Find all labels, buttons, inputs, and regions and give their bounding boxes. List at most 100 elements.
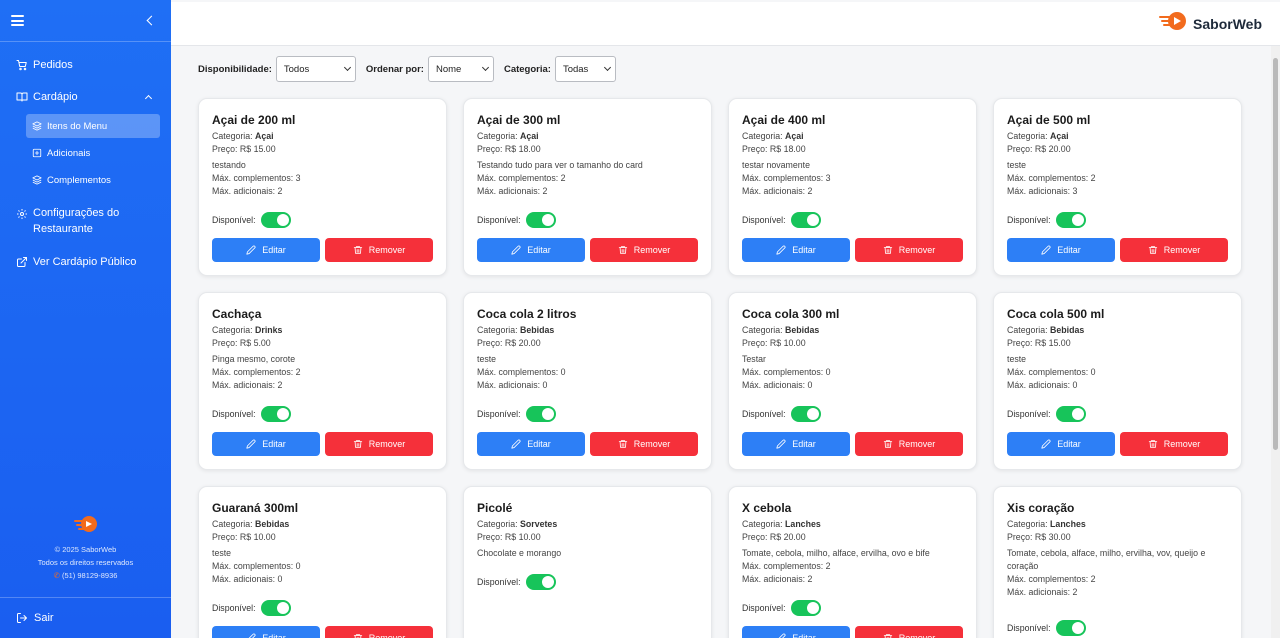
availability-toggle[interactable] xyxy=(1055,212,1086,228)
available-label: Disponível: xyxy=(742,603,786,613)
category-select[interactable]: Todas xyxy=(554,56,616,82)
edit-button[interactable]: Editar xyxy=(212,626,320,638)
edit-button[interactable]: Editar xyxy=(742,432,850,456)
sidebar-item-complementos[interactable]: Complementos xyxy=(26,168,160,192)
availability-row: Disponível: xyxy=(477,574,556,590)
remove-button[interactable]: Remover xyxy=(590,238,698,262)
remove-label: Remover xyxy=(368,245,406,255)
item-name: Açai de 400 ml xyxy=(742,113,826,127)
item-max-complements-line: Máx. complementos: 2 xyxy=(477,172,698,185)
sidebar-item-adicionais[interactable]: Adicionais xyxy=(26,141,160,165)
item-max-additions-line: Máx. adicionais: 2 xyxy=(477,185,698,198)
edit-button[interactable]: Editar xyxy=(477,432,585,456)
item-description: Testar xyxy=(742,353,766,364)
remove-button[interactable]: Remover xyxy=(1120,432,1228,456)
sidebar-item-configuracoes[interactable]: Configurações do Restaurante xyxy=(0,205,171,237)
edit-button[interactable]: Editar xyxy=(1007,238,1115,262)
available-label: Disponível: xyxy=(477,215,521,225)
edit-button[interactable]: Editar xyxy=(742,238,850,262)
edit-button[interactable]: Editar xyxy=(212,432,320,456)
order-value: Nome xyxy=(435,63,462,75)
max-complements-label: Máx. complementos: xyxy=(742,172,824,183)
item-max-additions: 2 xyxy=(1072,587,1078,598)
availability-toggle[interactable] xyxy=(525,212,556,228)
trash-icon xyxy=(1148,245,1164,255)
item-category-line: Categoria: Lanches xyxy=(1007,518,1228,531)
menu-item-card: Guaraná 300ml Categoria: Bebidas Preço: R$… xyxy=(198,486,447,638)
item-max-complements: 2 xyxy=(1090,172,1096,183)
availability-toggle[interactable] xyxy=(260,212,291,228)
chevron-down-icon xyxy=(603,63,611,72)
item-description: testando xyxy=(212,159,246,170)
external-link-icon xyxy=(16,256,28,268)
availability-toggle[interactable] xyxy=(260,600,291,616)
availability-toggle[interactable] xyxy=(790,406,821,422)
availability-toggle[interactable] xyxy=(525,406,556,422)
remove-button[interactable]: Remover xyxy=(325,626,433,638)
item-category: Lanches xyxy=(1050,519,1086,529)
remove-button[interactable]: Remover xyxy=(855,238,963,262)
price-label: Preço: xyxy=(742,338,768,349)
chevron-down-icon xyxy=(481,63,489,72)
price-label: Preço: xyxy=(212,144,238,155)
max-complements-label: Máx. complementos: xyxy=(212,172,294,183)
sidebar-item-cardapio-publico[interactable]: Ver Cardápio Público xyxy=(0,253,171,271)
availability-toggle[interactable] xyxy=(260,406,291,422)
item-name: Xis coração xyxy=(1007,501,1075,515)
availability-toggle[interactable] xyxy=(1055,620,1086,636)
item-max-additions: 3 xyxy=(1072,186,1078,197)
item-max-additions: 0 xyxy=(542,380,548,391)
menu-item-card: X cebola Categoria: Lanches Preço: R$ 20.0… xyxy=(728,486,977,638)
price-label: Preço: xyxy=(477,532,503,543)
config-label-line2: Restaurante xyxy=(33,223,93,235)
price-label: Preço: xyxy=(742,144,768,155)
collapse-chevron-icon[interactable] xyxy=(146,15,157,26)
card-actions: Editar Remover xyxy=(1007,432,1228,456)
edit-button[interactable]: Editar xyxy=(477,238,585,262)
price-label: Preço: xyxy=(1007,144,1033,155)
item-category-line: Categoria: Bebidas xyxy=(477,324,698,337)
menu-icon[interactable] xyxy=(11,15,24,26)
item-price-line: Preço: R$ 20.00 xyxy=(742,531,963,544)
availability-toggle[interactable] xyxy=(525,574,556,590)
remove-button[interactable]: Remover xyxy=(590,432,698,456)
item-description: teste xyxy=(212,547,232,558)
remove-button[interactable]: Remover xyxy=(325,432,433,456)
remove-button[interactable]: Remover xyxy=(1120,238,1228,262)
item-name: Açai de 200 ml xyxy=(212,113,296,127)
item-max-complements: 0 xyxy=(295,560,301,571)
availability-label: Disponibilidade: xyxy=(198,63,272,75)
sidebar-item-itens-menu[interactable]: Itens do Menu xyxy=(26,114,160,138)
item-price-line: Preço: R$ 10.00 xyxy=(212,531,433,544)
item-description: teste xyxy=(477,353,497,364)
item-category-line: Categoria: Drinks xyxy=(212,324,433,337)
availability-toggle[interactable] xyxy=(1055,406,1086,422)
category-label: Categoria: xyxy=(742,325,783,335)
availability-toggle[interactable] xyxy=(790,600,821,616)
trash-icon xyxy=(883,439,899,449)
scrollbar[interactable] xyxy=(1271,46,1280,638)
item-max-additions: 2 xyxy=(277,380,283,391)
scrollbar-thumb[interactable] xyxy=(1273,58,1278,450)
sidebar-item-cardapio[interactable]: Cardápio xyxy=(0,88,171,106)
edit-button[interactable]: Editar xyxy=(212,238,320,262)
logout-button[interactable]: Sair xyxy=(0,597,171,638)
remove-label: Remover xyxy=(368,439,406,449)
edit-button[interactable]: Editar xyxy=(1007,432,1115,456)
menu-items-grid: Açai de 200 ml Categoria: Açai Preço: R$ 1… xyxy=(198,98,1242,638)
footer-copyright: © 2025 SaborWeb xyxy=(54,545,117,554)
remove-button[interactable]: Remover xyxy=(855,432,963,456)
category-label: Categoria: xyxy=(1007,131,1048,141)
remove-button[interactable]: Remover xyxy=(855,626,963,638)
sidebar-item-pedidos[interactable]: Pedidos xyxy=(0,56,171,74)
chevron-up-icon xyxy=(144,94,153,103)
remove-button[interactable]: Remover xyxy=(325,238,433,262)
brand[interactable]: SaborWeb xyxy=(1159,10,1262,37)
availability-select[interactable]: Todos xyxy=(275,56,356,82)
order-select[interactable]: Nome xyxy=(427,56,494,82)
trash-icon xyxy=(1148,439,1164,449)
item-price-line: Preço: R$ 15.00 xyxy=(1007,337,1228,350)
item-max-additions: 0 xyxy=(277,574,283,585)
availability-toggle[interactable] xyxy=(790,212,821,228)
edit-button[interactable]: Editar xyxy=(742,626,850,638)
